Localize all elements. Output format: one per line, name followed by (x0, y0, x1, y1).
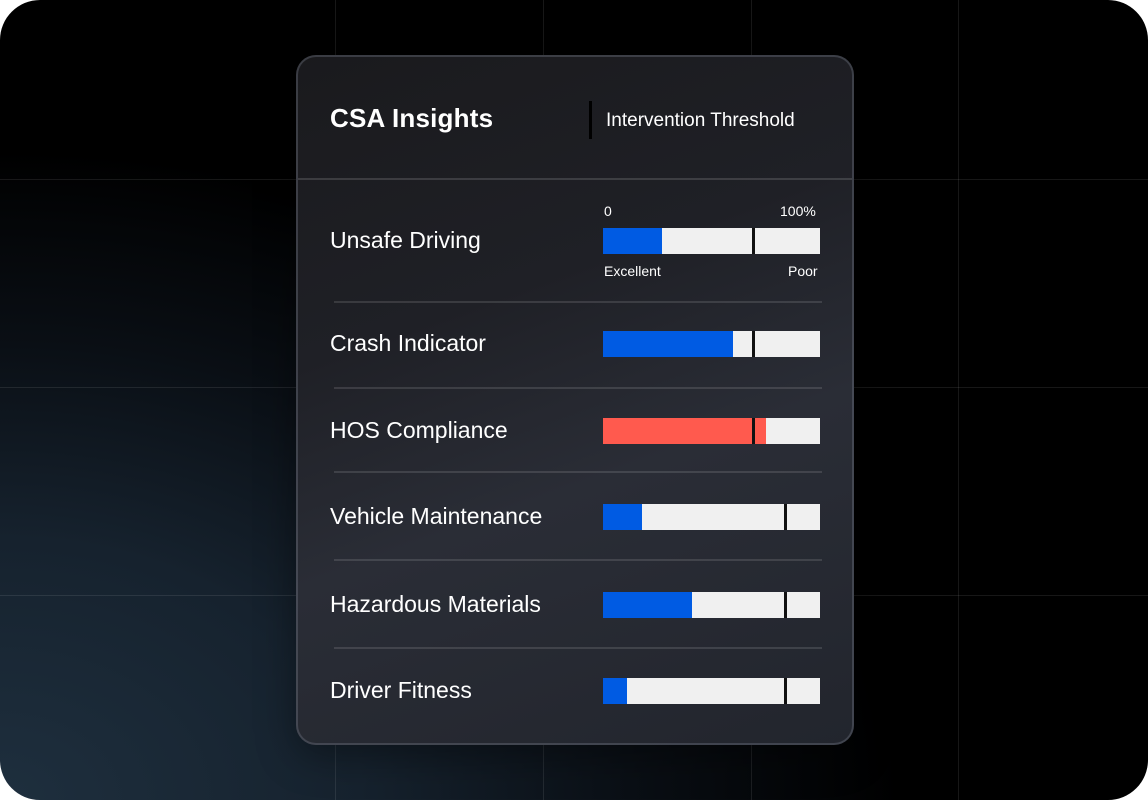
row-divider (334, 387, 822, 389)
row-divider (334, 301, 822, 303)
score-bar (603, 418, 820, 444)
scale-min-label: 0 (604, 203, 612, 219)
intervention-threshold-marker (751, 228, 755, 254)
card-header: CSA Insights Intervention Threshold (296, 55, 854, 178)
intervention-threshold-marker (784, 504, 788, 530)
score-bar (603, 331, 820, 357)
intervention-threshold-marker (751, 331, 755, 357)
row-divider (334, 471, 822, 473)
intervention-threshold-marker (751, 418, 755, 444)
card-title: CSA Insights (330, 103, 494, 133)
score-bar-fill (603, 228, 662, 254)
category-label: Hazardous Materials (330, 591, 541, 617)
csa-insights-card: CSA Insights Intervention Threshold Unsa… (296, 55, 854, 745)
category-label: Unsafe Driving (330, 227, 481, 253)
background-frame: CSA Insights Intervention Threshold Unsa… (0, 0, 1148, 800)
score-bar (603, 678, 820, 704)
score-bar-fill (603, 592, 692, 618)
row-divider (334, 559, 822, 561)
threshold-legend-label: Intervention Threshold (606, 110, 795, 131)
score-bar-fill (603, 678, 627, 704)
scale-high-label: Poor (788, 263, 818, 279)
header-divider (298, 178, 852, 180)
scale-low-label: Excellent (604, 263, 661, 279)
scale-max-label: 100% (780, 203, 816, 219)
row-divider (334, 647, 822, 649)
score-bar (603, 228, 820, 254)
score-bar-fill (603, 331, 734, 357)
category-label: Crash Indicator (330, 330, 486, 356)
score-bar-fill (603, 504, 643, 530)
threshold-legend-marker (589, 101, 592, 139)
category-label: HOS Compliance (330, 417, 508, 443)
category-label: Driver Fitness (330, 677, 472, 703)
score-bar (603, 592, 820, 618)
intervention-threshold-marker (784, 592, 788, 618)
score-bar (603, 504, 820, 530)
category-label: Vehicle Maintenance (330, 503, 543, 529)
score-bar-fill (603, 418, 766, 444)
intervention-threshold-marker (784, 678, 788, 704)
grid-line (958, 0, 959, 800)
